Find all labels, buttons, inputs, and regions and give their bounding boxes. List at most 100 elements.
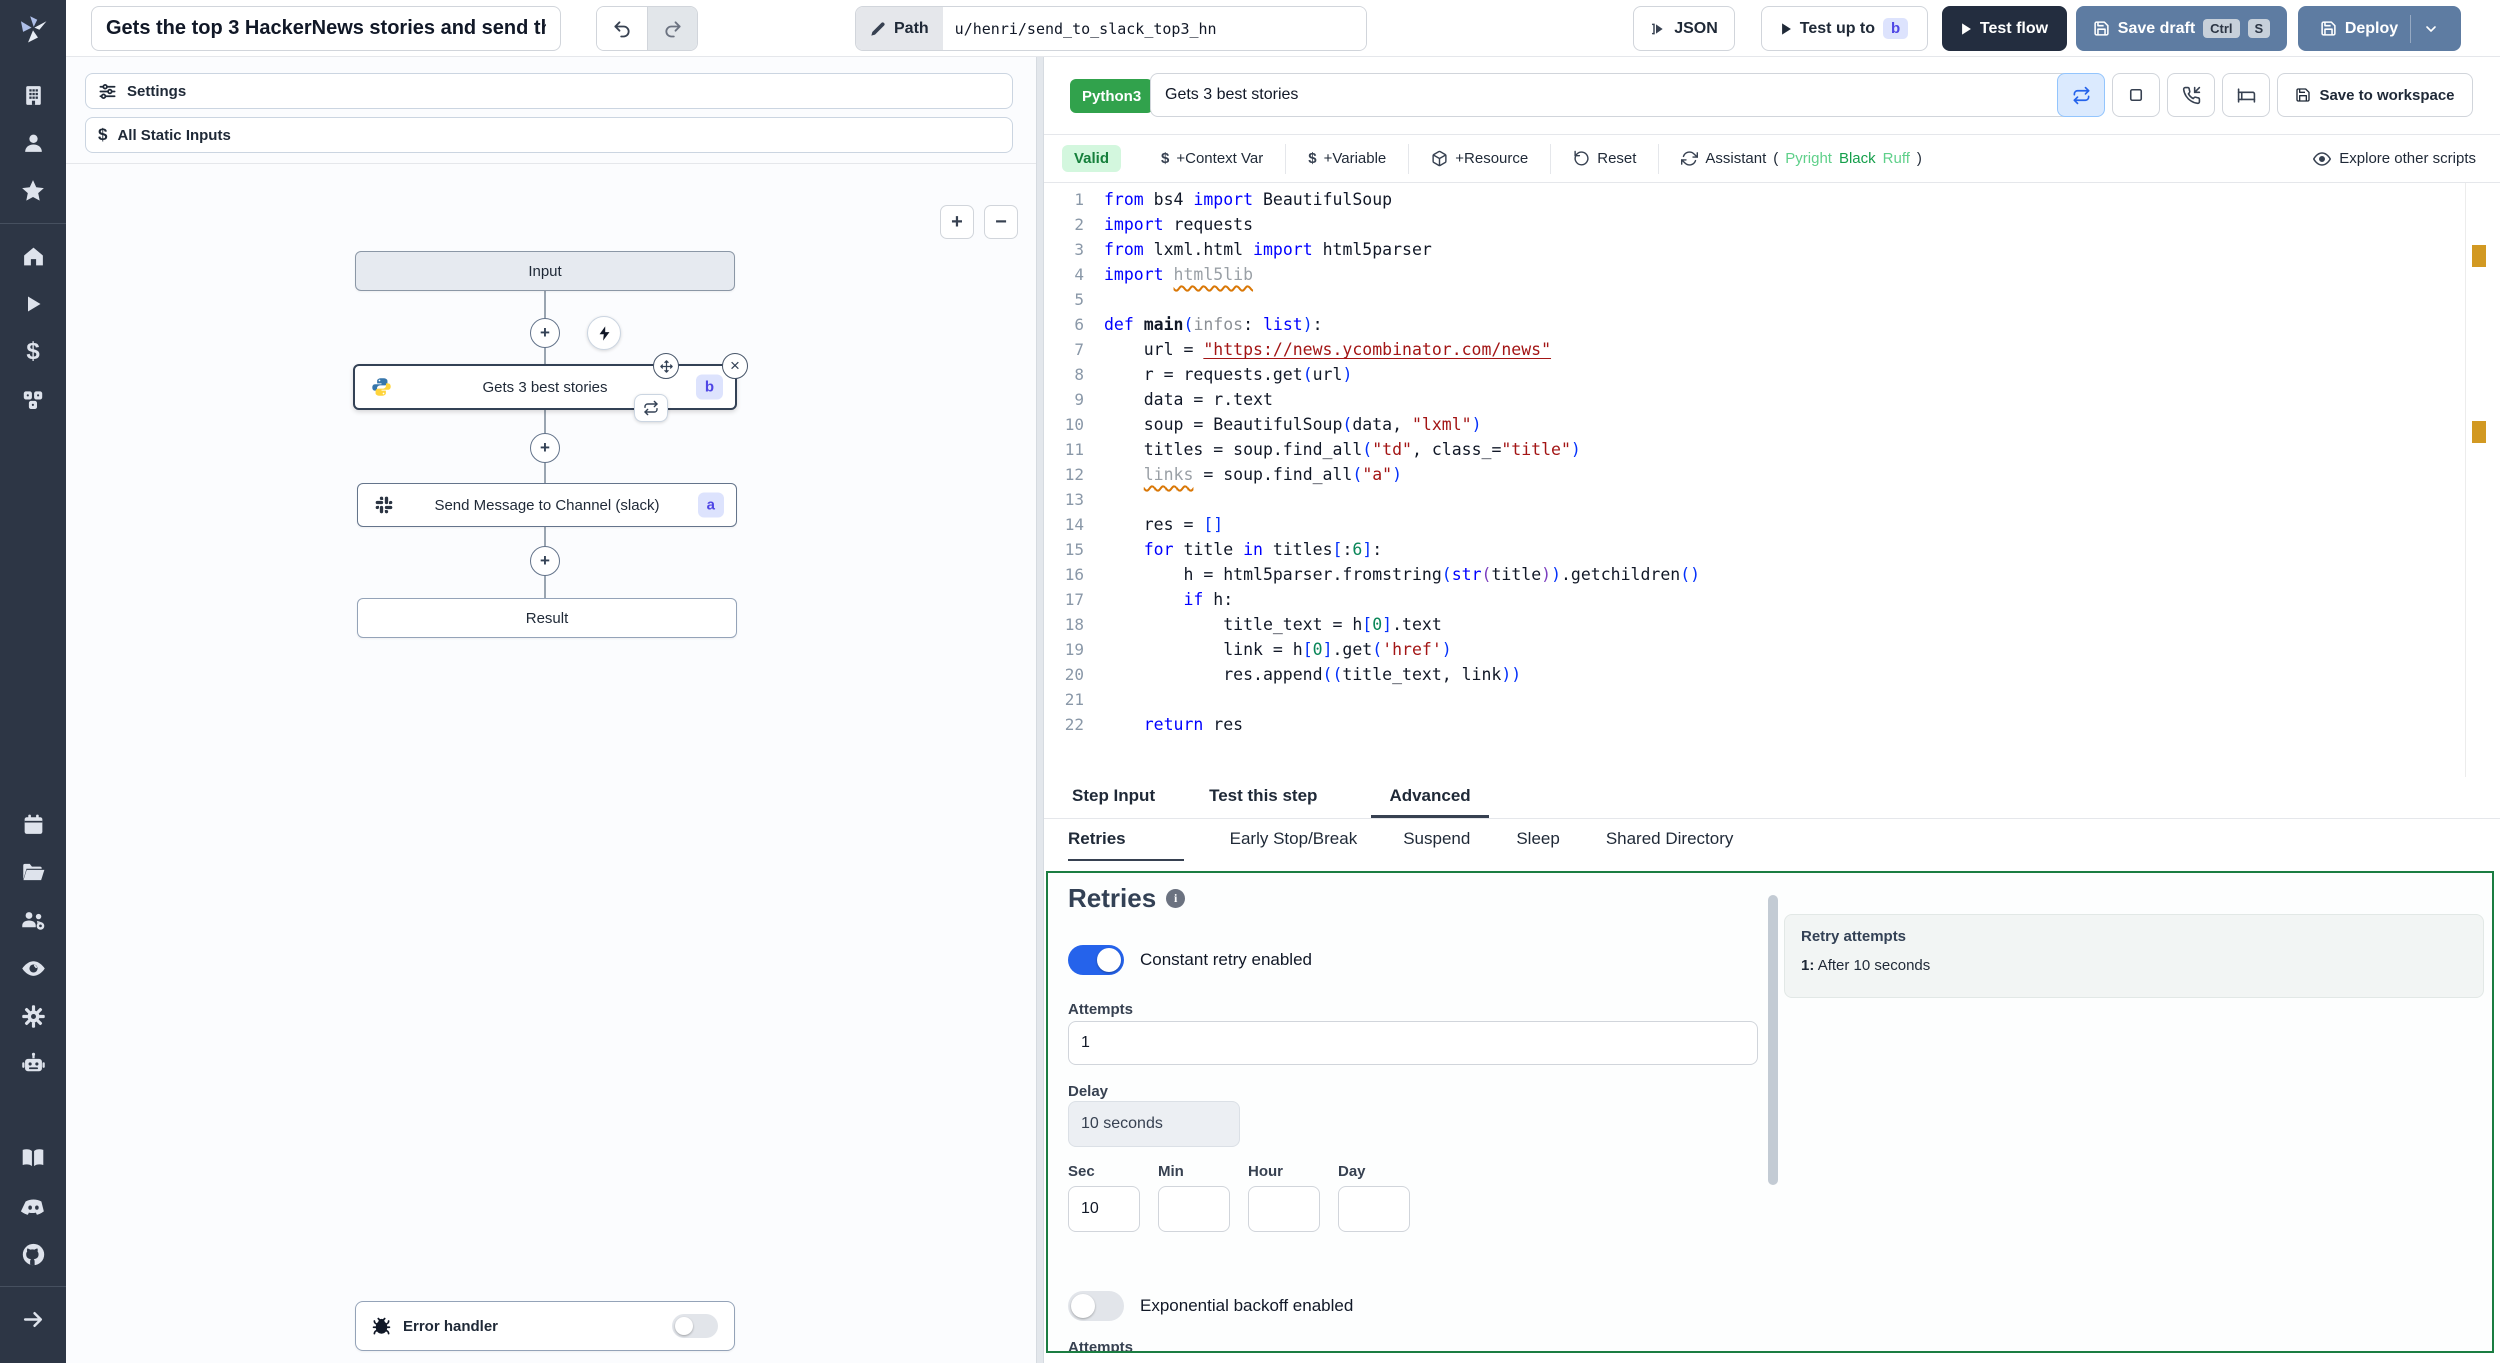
retry-attempts-summary: Retry attempts 1: After 10 seconds (1784, 914, 2484, 998)
hour-input[interactable] (1248, 1186, 1320, 1232)
delete-step-button[interactable]: × (722, 353, 748, 379)
folders-icon (20, 859, 46, 885)
retry-attempt-index: 1: (1801, 957, 1815, 974)
undo-button[interactable] (597, 7, 647, 50)
reset-button[interactable]: Reset (1550, 143, 1658, 174)
sidebar: $ (0, 0, 66, 1363)
path-value[interactable]: u/henri/send_to_slack_top3_hn (942, 7, 1366, 50)
step-editor-panel: Python3 Save to workspace Valid $ +Contex… (1044, 57, 2500, 1363)
add-step-button[interactable]: + (530, 318, 560, 348)
tab-test-this-step[interactable]: Test this step (1209, 777, 1317, 818)
input-node[interactable]: Input (355, 251, 735, 291)
lightning-icon (596, 325, 613, 342)
suspend-button[interactable] (2167, 73, 2215, 117)
retry-indicator[interactable] (634, 394, 668, 422)
sidebar-item-groups[interactable] (0, 896, 66, 944)
hour-field: Hour (1248, 1163, 1320, 1232)
variables-dollar-icon: $ (26, 338, 40, 365)
error-handler-bar[interactable]: Error handler (355, 1301, 735, 1351)
sidebar-item-folders[interactable] (0, 848, 66, 896)
tab-step-input[interactable]: Step Input (1072, 777, 1155, 818)
step-node-b-label: Gets 3 best stories (482, 378, 608, 396)
day-input[interactable] (1338, 1186, 1410, 1232)
subtab-early-stop[interactable]: Early Stop/Break (1230, 819, 1358, 861)
scrollbar[interactable] (1768, 895, 1778, 1185)
paren: ( (1773, 150, 1779, 167)
sidebar-item-variables[interactable]: $ (0, 328, 66, 376)
sidebar-item-workers[interactable] (0, 1040, 66, 1088)
divider (66, 163, 1036, 164)
windmill-logo-icon[interactable] (0, 0, 66, 57)
dollar-icon: $ (1161, 150, 1170, 167)
test-up-to-button[interactable]: Test up to b (1761, 6, 1928, 51)
sidebar-divider (0, 223, 66, 224)
redo-button[interactable] (647, 7, 697, 50)
add-variable-button[interactable]: $ +Variable (1285, 143, 1408, 174)
chevron-down-icon[interactable] (2423, 21, 2439, 37)
json-button[interactable]: JSON (1633, 6, 1735, 51)
info-icon[interactable]: i (1166, 889, 1186, 908)
add-resource-button[interactable]: +Resource (1408, 143, 1550, 174)
phone-incoming-icon (2182, 86, 2200, 104)
add-step-button[interactable]: + (530, 433, 560, 463)
save-to-workspace-button[interactable]: Save to workspace (2277, 73, 2473, 117)
subtab-shared-directory[interactable]: Shared Directory (1606, 819, 1734, 861)
deploy-button[interactable]: Deploy (2298, 6, 2461, 51)
settings-gear-icon (20, 1003, 47, 1030)
static-inputs-bar[interactable]: $ All Static Inputs (85, 117, 1013, 153)
test-up-to-label: Test up to (1799, 19, 1876, 37)
sidebar-item-github[interactable] (0, 1230, 66, 1278)
step-node-b[interactable]: Gets 3 best stories b × (353, 353, 748, 422)
add-context-var-button[interactable]: $ +Context Var (1139, 144, 1285, 174)
early-stop-button[interactable] (2112, 73, 2160, 117)
retries-panel: Retries i Constant retry enabled Attempt… (1046, 871, 2494, 1353)
zoom-in-button[interactable]: + (940, 205, 974, 239)
sleep-button[interactable] (2222, 73, 2270, 117)
subtab-suspend[interactable]: Suspend (1403, 819, 1470, 861)
step-node-a[interactable]: Send Message to Channel (slack) a (357, 483, 737, 527)
subtab-sleep[interactable]: Sleep (1516, 819, 1559, 861)
sidebar-item-user[interactable] (0, 119, 66, 167)
code-editor[interactable]: 1 2 3 4 5 6 7 8 9 10 11 12 13 14 15 16 17 18 19 20 21 22 from… (1044, 183, 2500, 777)
retry-attempt-text: After 10 seconds (1817, 957, 1931, 974)
deploy-label: Deploy (2344, 19, 2399, 37)
error-handler-toggle[interactable] (672, 1314, 718, 1338)
sidebar-item-favorites[interactable] (0, 167, 66, 215)
attempts-input[interactable] (1068, 1021, 1758, 1065)
save-draft-button[interactable]: Save draft Ctrl S (2076, 6, 2287, 51)
explore-scripts-button[interactable]: Explore other scripts (2313, 150, 2476, 168)
sidebar-item-settings[interactable] (0, 992, 66, 1040)
result-node[interactable]: Result (357, 598, 737, 638)
sidebar-item-resources[interactable] (0, 376, 66, 424)
sidebar-item-audit[interactable] (0, 944, 66, 992)
sidebar-item-schedules[interactable] (0, 800, 66, 848)
retry-attempt-entry: 1: After 10 seconds (1801, 957, 2467, 974)
trigger-button[interactable] (587, 316, 621, 350)
tab-advanced[interactable]: Advanced (1371, 777, 1489, 818)
exponential-backoff-toggle[interactable] (1068, 1291, 1124, 1321)
groups-icon (20, 907, 47, 934)
sidebar-item-discord[interactable] (0, 1182, 66, 1230)
sidebar-item-runs[interactable] (0, 280, 66, 328)
path-chip[interactable]: Path (856, 7, 943, 50)
panel-splitter[interactable] (1036, 57, 1044, 1363)
subtab-retries[interactable]: Retries (1068, 819, 1184, 861)
move-handle[interactable] (653, 353, 679, 379)
min-input[interactable] (1158, 1186, 1230, 1232)
step-title-input[interactable] (1150, 73, 2070, 117)
flow-title-input[interactable] (91, 6, 561, 51)
sidebar-item-workspaces[interactable] (0, 71, 66, 119)
sidebar-item-home[interactable] (0, 232, 66, 280)
assistant-button[interactable]: Assistant (Pyright Black Ruff) (1658, 143, 1943, 174)
test-flow-button[interactable]: Test flow (1942, 6, 2067, 51)
divider (2410, 14, 2412, 43)
sidebar-collapse-button[interactable] (0, 1295, 66, 1343)
zoom-out-button[interactable]: − (984, 205, 1018, 239)
flow-settings-bar[interactable]: Settings (85, 73, 1013, 109)
constant-retry-toggle[interactable] (1068, 945, 1124, 975)
add-step-button[interactable]: + (530, 546, 560, 576)
sec-input[interactable] (1068, 1186, 1140, 1232)
sidebar-item-docs[interactable] (0, 1134, 66, 1182)
retries-indicator-button[interactable] (2057, 73, 2105, 117)
user-icon (21, 131, 46, 156)
